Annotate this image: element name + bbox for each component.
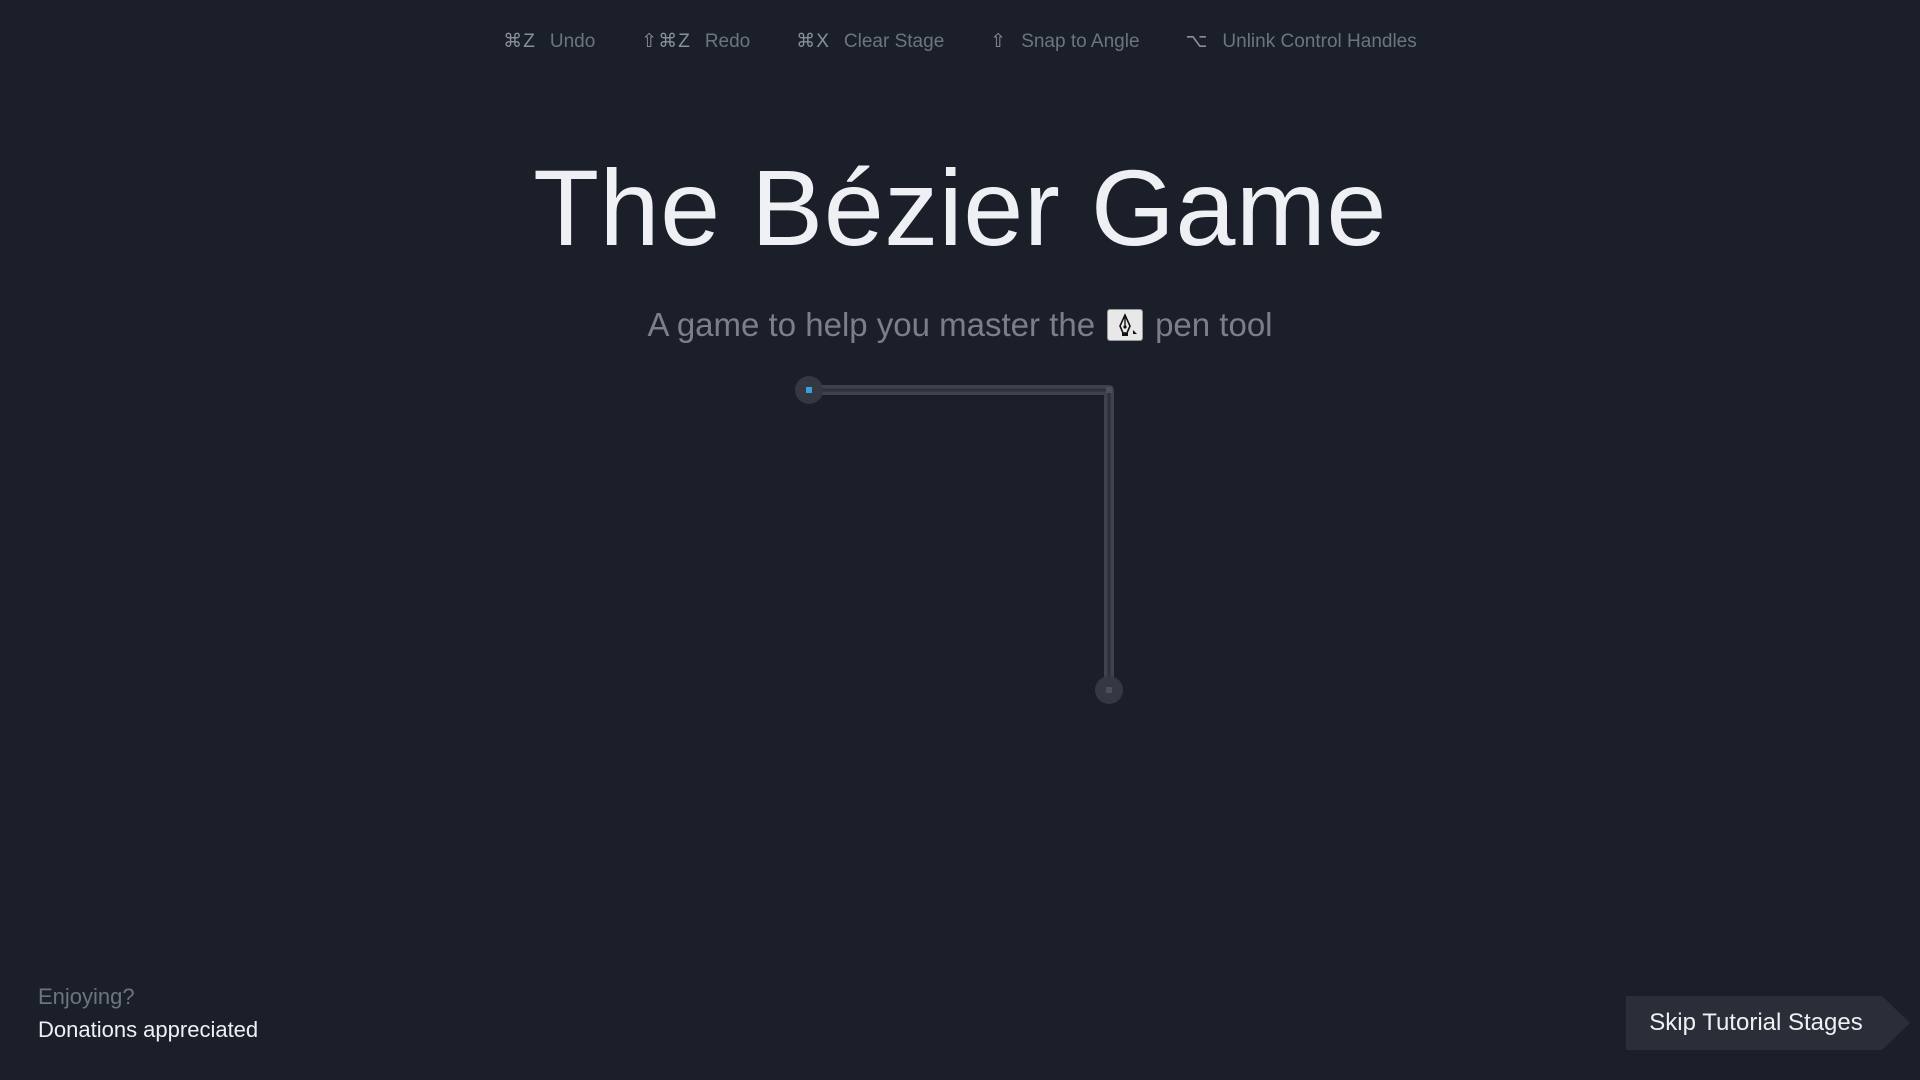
end-anchor-point[interactable] (1095, 676, 1123, 704)
shortcut-bar: ⌘Z Undo ⇧⌘Z Redo ⌘X Clear Stage ⇧ Snap t… (0, 30, 1920, 53)
shortcut-keys: ⌘Z (503, 31, 536, 52)
shortcut-redo[interactable]: ⇧⌘Z Redo (641, 30, 750, 53)
subtitle-text-after: pen tool (1155, 306, 1273, 343)
shortcut-label: Clear Stage (843, 30, 945, 52)
shortcut-label: Snap to Angle (1021, 30, 1140, 52)
guide-path (804, 385, 1114, 695)
shortcut-keys: ⌥ (1185, 31, 1209, 52)
shortcut-label: Unlink Control Handles (1222, 30, 1417, 52)
page-subtitle: A game to help you master the pen tool (0, 306, 1920, 344)
pen-tool-icon (1107, 309, 1144, 341)
donation-area: Enjoying? Donations appreciated (38, 980, 258, 1046)
start-anchor-point[interactable] (795, 376, 823, 404)
donation-question: Enjoying? (38, 984, 135, 1009)
shortcut-keys: ⇧⌘Z (641, 31, 691, 52)
guide-path-inner (809, 388, 1111, 690)
page-title: The Bézier Game (533, 147, 1387, 268)
shortcut-undo[interactable]: ⌘Z Undo (503, 30, 595, 53)
corner-anchor-point[interactable] (1106, 387, 1112, 393)
shortcut-clear-stage[interactable]: ⌘X Clear Stage (796, 30, 944, 53)
shortcut-label: Redo (704, 30, 751, 52)
shortcut-keys: ⌘X (796, 31, 830, 52)
shortcut-label: Undo (549, 30, 596, 52)
donation-link[interactable]: Donations appreciated (38, 1013, 258, 1046)
shortcut-keys: ⇧ (990, 31, 1008, 52)
skip-tutorial-button[interactable]: Skip Tutorial Stages (1626, 996, 1910, 1050)
game-page: ⌘Z Undo ⇧⌘Z Redo ⌘X Clear Stage ⇧ Snap t… (0, 0, 1920, 1080)
shortcut-unlink-handles[interactable]: ⌥ Unlink Control Handles (1186, 30, 1417, 53)
subtitle-text-before: A game to help you master the (647, 306, 1096, 343)
skip-button-label: Skip Tutorial Stages (1649, 1009, 1863, 1036)
shortcut-snap-to-angle[interactable]: ⇧ Snap to Angle (990, 30, 1139, 53)
